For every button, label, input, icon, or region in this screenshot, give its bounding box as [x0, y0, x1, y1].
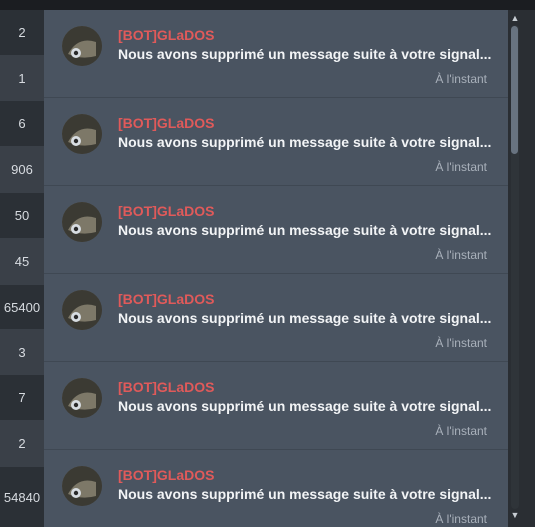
- count-value: 50: [14, 208, 30, 223]
- count-cell: 50: [0, 193, 44, 238]
- notification-author[interactable]: [BOT]GLaDOS: [118, 203, 214, 219]
- count-cell: 2: [0, 10, 44, 55]
- count-cell: 65400: [0, 285, 44, 329]
- count-value: 7: [18, 390, 26, 405]
- glados-avatar-icon: [62, 26, 102, 66]
- notification-time: À l'instant: [435, 336, 487, 350]
- count-value: 906: [11, 162, 33, 177]
- count-cell: 2: [0, 420, 44, 467]
- count-value: 2: [18, 25, 26, 40]
- notification-item[interactable]: [BOT]GLaDOS Nous avons supprimé un messa…: [44, 98, 508, 186]
- notification-author[interactable]: [BOT]GLaDOS: [118, 467, 214, 483]
- notification-time: À l'instant: [435, 72, 487, 86]
- notification-author[interactable]: [BOT]GLaDOS: [118, 379, 214, 395]
- notification-author[interactable]: [BOT]GLaDOS: [118, 27, 214, 43]
- scrollbar-thumb[interactable]: [511, 26, 518, 154]
- notification-message[interactable]: Nous avons supprimé un message suite à v…: [118, 486, 492, 502]
- glados-avatar-icon: [62, 202, 102, 242]
- glados-avatar-icon: [62, 466, 102, 506]
- glados-avatar-icon: [62, 290, 102, 330]
- notification-item[interactable]: [BOT]GLaDOS Nous avons supprimé un messa…: [44, 274, 508, 362]
- count-cell: 45: [0, 238, 44, 285]
- notification-author[interactable]: [BOT]GLaDOS: [118, 291, 214, 307]
- top-bar: [0, 0, 535, 10]
- count-value: 1: [18, 70, 26, 86]
- chevron-up-icon[interactable]: ▲: [509, 12, 521, 24]
- notification-time: À l'instant: [435, 160, 487, 174]
- count-value: 54840: [3, 489, 41, 505]
- count-cell: 54840: [0, 467, 44, 527]
- notification-item[interactable]: [BOT]GLaDOS Nous avons supprimé un messa…: [44, 186, 508, 274]
- notification-item[interactable]: [BOT]GLaDOS Nous avons supprimé un messa…: [44, 10, 508, 98]
- notification-item[interactable]: [BOT]GLaDOS Nous avons supprimé un messa…: [44, 362, 508, 450]
- count-cell: 906: [0, 146, 44, 193]
- notification-time: À l'instant: [435, 248, 487, 262]
- count-cell: 7: [0, 375, 44, 420]
- notification-time: À l'instant: [435, 512, 487, 526]
- notification-message[interactable]: Nous avons supprimé un message suite à v…: [118, 398, 492, 414]
- notification-message[interactable]: Nous avons supprimé un message suite à v…: [118, 46, 492, 62]
- notifications-panel[interactable]: [BOT]GLaDOS Nous avons supprimé un messa…: [44, 10, 508, 527]
- notification-time: À l'instant: [435, 424, 487, 438]
- notification-author[interactable]: [BOT]GLaDOS: [118, 115, 214, 131]
- background-count-column: 2 1 6 906 50 45 65400 3 7 2 54840: [0, 10, 44, 527]
- notification-message[interactable]: Nous avons supprimé un message suite à v…: [118, 222, 492, 238]
- count-cell: 1: [0, 55, 44, 101]
- glados-avatar-icon: [62, 114, 102, 154]
- count-value: 65400: [3, 299, 41, 315]
- count-value: 3: [18, 344, 26, 360]
- count-value: 6: [18, 116, 26, 131]
- count-value: 2: [18, 436, 26, 451]
- count-cell: 3: [0, 329, 44, 375]
- count-value: 45: [14, 254, 30, 269]
- notification-message[interactable]: Nous avons supprimé un message suite à v…: [118, 310, 492, 326]
- chevron-down-icon[interactable]: ▼: [509, 509, 521, 521]
- notification-message[interactable]: Nous avons supprimé un message suite à v…: [118, 134, 492, 150]
- notification-item[interactable]: [BOT]GLaDOS Nous avons supprimé un messa…: [44, 450, 508, 527]
- glados-avatar-icon: [62, 378, 102, 418]
- count-cell: 6: [0, 101, 44, 146]
